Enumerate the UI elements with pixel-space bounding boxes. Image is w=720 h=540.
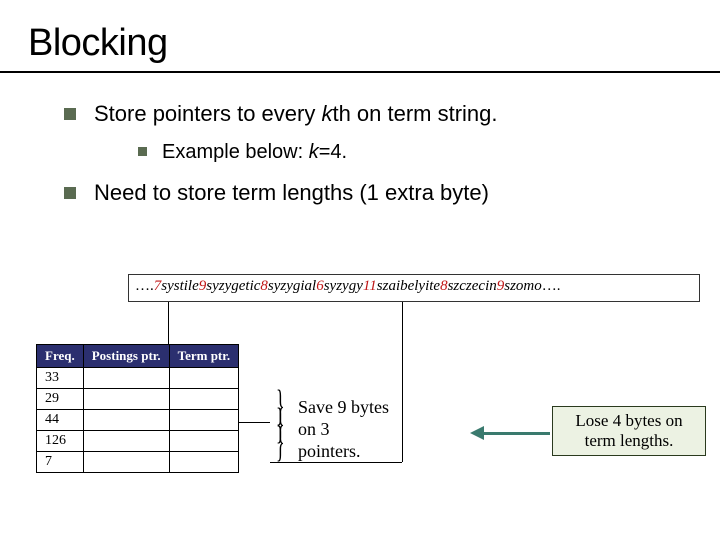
term-len-5: 8 xyxy=(440,278,448,294)
termptr-cell xyxy=(169,452,238,473)
sub-bullet-1-k: k xyxy=(309,141,319,163)
freq-cell: 44 xyxy=(37,410,84,431)
save-line-2: on 3 xyxy=(298,419,330,439)
save-line-1: Save 9 bytes xyxy=(298,397,389,417)
freq-cell: 7 xyxy=(37,452,84,473)
freq-cell: 126 xyxy=(37,431,84,452)
bullet-1-post: th on term string. xyxy=(332,101,497,126)
term-word-0: systile xyxy=(161,278,199,294)
term-word-4: szaibelyite xyxy=(377,278,440,294)
sub-bullet-1: Example below: k=4. xyxy=(138,137,720,168)
bullet-list: Store pointers to every kth on term stri… xyxy=(0,73,720,218)
postings-cell xyxy=(83,452,169,473)
pointer-line-2h xyxy=(270,462,402,463)
slide-title: Blocking xyxy=(0,0,720,71)
lose-line-1: Lose 4 bytes on xyxy=(575,411,682,430)
sub-bullet-1-pre: Example below: xyxy=(162,141,309,163)
postings-cell xyxy=(83,389,169,410)
lose-bytes-note: Lose 4 bytes on term lengths. xyxy=(552,406,706,456)
freq-cell: 33 xyxy=(37,368,84,389)
bullet-1-text: Store pointers to every kth on term stri… xyxy=(94,101,498,126)
term-lead: …. xyxy=(135,278,154,294)
bullet-2: Need to store term lengths (1 extra byte… xyxy=(64,180,720,218)
postings-cell xyxy=(83,368,169,389)
term-string-box: ….7systile9syzygetic8syzygial6syzygy11sz… xyxy=(128,274,700,302)
arrow-head-icon xyxy=(470,426,484,440)
table-row: 33 xyxy=(37,368,239,389)
bullet-1-k: k xyxy=(321,101,332,126)
freq-table: Freq. Postings ptr. Term ptr. 3329441267 xyxy=(36,344,239,473)
table-row: 126 xyxy=(37,431,239,452)
table-row: 44 xyxy=(37,410,239,431)
col-postings: Postings ptr. xyxy=(83,345,169,368)
bullet-1-pre: Store pointers to every xyxy=(94,101,321,126)
save-line-3: pointers. xyxy=(298,441,361,461)
termptr-cell xyxy=(169,389,238,410)
table-row: 29 xyxy=(37,389,239,410)
lose-line-2: term lengths. xyxy=(585,431,674,450)
term-len-2: 8 xyxy=(260,278,268,294)
term-word-6: szomo xyxy=(504,278,542,294)
arrow-left xyxy=(470,426,550,440)
termptr-cell xyxy=(169,410,238,431)
term-len-3: 6 xyxy=(316,278,324,294)
postings-cell xyxy=(83,431,169,452)
term-trail: …. xyxy=(542,278,561,294)
sub-bullet-list: Example below: k=4. xyxy=(94,127,720,168)
sub-bullet-1-post: =4. xyxy=(319,141,347,163)
sub-bullet-1-text: Example below: k=4. xyxy=(162,141,347,163)
table-row: 7 xyxy=(37,452,239,473)
term-len-4: 11 xyxy=(363,278,377,294)
postings-cell xyxy=(83,410,169,431)
curly-brace: } } } xyxy=(276,398,285,452)
col-termptr: Term ptr. xyxy=(169,345,238,368)
term-word-2: syzygial xyxy=(268,278,316,294)
save-bytes-note: Save 9 bytes on 3 pointers. xyxy=(298,396,438,462)
term-word-3: syzygy xyxy=(324,278,363,294)
col-freq: Freq. xyxy=(37,345,84,368)
arrow-shaft xyxy=(484,432,550,435)
freq-cell: 29 xyxy=(37,389,84,410)
table-header-row: Freq. Postings ptr. Term ptr. xyxy=(37,345,239,368)
termptr-cell xyxy=(169,431,238,452)
term-word-1: syzygetic xyxy=(206,278,260,294)
bullet-2-text: Need to store term lengths (1 extra byte… xyxy=(94,180,489,205)
term-word-5: szczecin xyxy=(448,278,497,294)
termptr-cell xyxy=(169,368,238,389)
bullet-1: Store pointers to every kth on term stri… xyxy=(64,101,720,180)
